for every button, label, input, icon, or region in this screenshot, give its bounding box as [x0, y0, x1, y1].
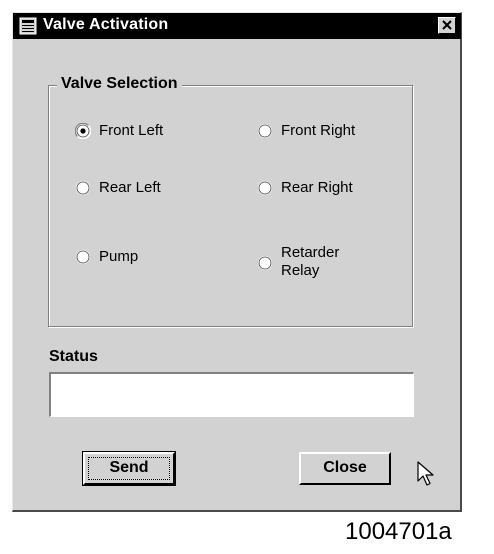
figure-caption: 1004701a	[345, 518, 452, 545]
radio-unselected-icon	[76, 250, 90, 264]
status-label: Status	[49, 348, 98, 365]
radio-label: Retarder Relay	[281, 244, 340, 279]
radio-label: Front Right	[281, 122, 356, 139]
valve-activation-dialog: Valve Activation Valve Selection Front L…	[12, 12, 462, 512]
radio-unselected-icon	[258, 124, 272, 138]
status-field[interactable]	[48, 371, 415, 418]
radio-label: Pump	[99, 248, 139, 265]
radio-selected-icon	[75, 123, 91, 139]
focus-rect	[88, 457, 170, 480]
radio-unselected-icon	[258, 181, 272, 195]
send-button[interactable]: Send	[82, 451, 176, 486]
radio-unselected-icon	[258, 256, 272, 270]
valve-selection-legend: Valve Selection	[57, 75, 182, 93]
window-title: Valve Activation	[43, 16, 169, 33]
close-button-label: Close	[323, 459, 367, 476]
title-bar[interactable]: Valve Activation	[13, 13, 461, 39]
radio-label: Front Left	[99, 122, 164, 139]
radio-label: Rear Left	[99, 179, 161, 196]
radio-unselected-icon	[76, 181, 90, 195]
mouse-pointer-icon	[417, 461, 434, 486]
app-window-icon	[19, 17, 37, 35]
close-button[interactable]: Close	[299, 452, 391, 485]
page: Valve Activation Valve Selection Front L…	[0, 0, 494, 554]
close-x-icon	[442, 20, 452, 30]
close-window-button[interactable]	[438, 17, 456, 34]
radio-label: Rear Right	[281, 179, 353, 196]
